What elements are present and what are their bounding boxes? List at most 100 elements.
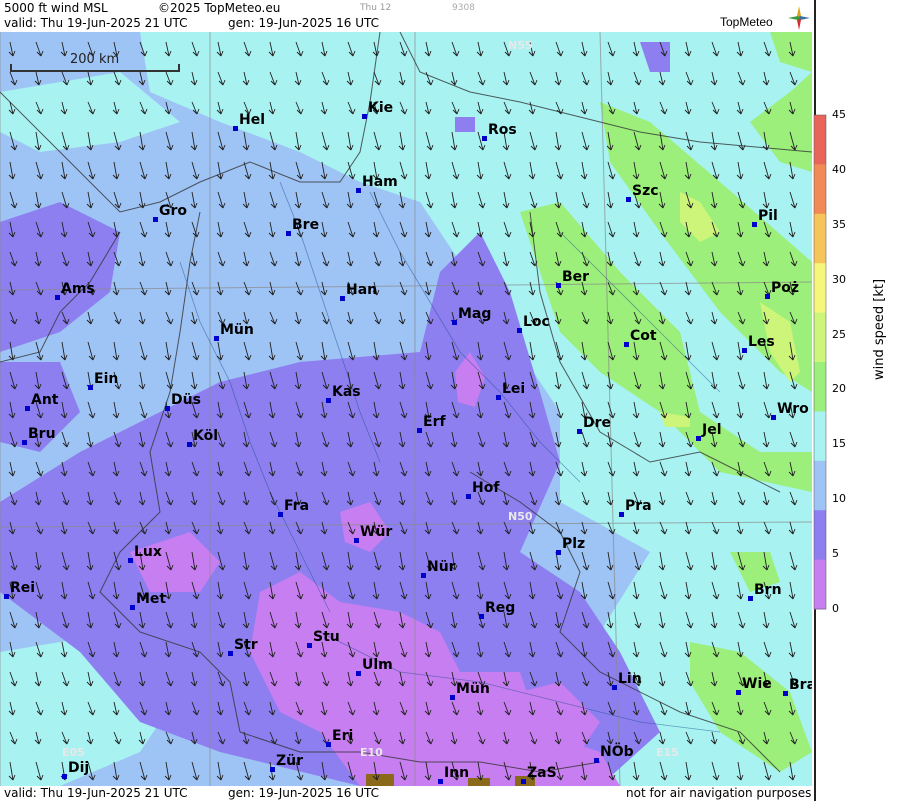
map-title: 5000 ft wind MSL <box>4 1 108 15</box>
city-label: Ber <box>562 269 590 285</box>
city-label: Bre <box>292 217 320 233</box>
legend-tick-label: 45 <box>832 108 846 121</box>
city-label: Pra <box>625 498 652 514</box>
city-label: Lei <box>502 381 526 397</box>
legend-tick-label: 0 <box>832 602 839 615</box>
scale-bar: 200 km <box>10 52 182 72</box>
city-dot-icon <box>696 436 701 441</box>
legend-tick-label: 35 <box>832 217 846 231</box>
grid-label-e10: E10 <box>360 746 383 759</box>
city-label: Reg <box>485 600 516 616</box>
city-dot-icon <box>270 767 275 772</box>
city-label: Lux <box>134 544 162 560</box>
compass-star-icon <box>788 6 810 30</box>
city-label: Köl <box>193 428 219 444</box>
city-dot-icon <box>286 231 291 236</box>
city-dot-icon <box>417 428 422 433</box>
city-dot-icon <box>783 691 788 696</box>
city-dot-icon <box>55 295 60 300</box>
city-label: Ham <box>362 174 398 190</box>
topmeteo-logo[interactable]: TopMeteo <box>720 6 812 30</box>
city-label: Fra <box>284 498 310 514</box>
city-dot-icon <box>88 385 93 390</box>
city-label: Jel <box>702 422 722 438</box>
city-dot-icon <box>594 758 599 763</box>
legend-tick-label: 30 <box>832 272 846 286</box>
city-dot-icon <box>736 690 741 695</box>
city-label: Ulm <box>362 657 393 673</box>
city-label: Lin <box>618 671 642 687</box>
city-dot-icon <box>619 512 624 517</box>
city-label: Dij <box>68 760 90 776</box>
city-dot-icon <box>214 336 219 341</box>
city-label: Kie <box>368 100 394 116</box>
city-label: Erf <box>423 414 446 430</box>
legend-band <box>814 115 826 165</box>
city-dot-icon <box>556 283 561 288</box>
copyright: ©2025 TopMeteo.eu <box>158 1 281 15</box>
city-label: Cot <box>630 328 657 344</box>
legend-band <box>814 312 826 363</box>
city-dot-icon <box>153 217 158 222</box>
city-label: Nür <box>427 559 456 575</box>
city-label: Hel <box>239 112 266 128</box>
legend-band <box>814 411 826 462</box>
legend-colorbar <box>813 0 827 801</box>
city-dot-icon <box>362 114 367 119</box>
legend-band <box>814 460 826 511</box>
city-dot-icon <box>421 573 426 578</box>
city-dot-icon <box>326 398 331 403</box>
city-label: Wro <box>777 401 809 417</box>
wind-field-svg <box>0 32 812 786</box>
footer: valid: Thu 19-Jun-2025 21 UTC gen: 19-Ju… <box>0 786 812 801</box>
legend-band <box>814 510 826 561</box>
city-label: Plz <box>562 536 586 552</box>
city-label: ZaS <box>527 765 557 781</box>
city-dot-icon <box>307 643 312 648</box>
legend-tick-label: 40 <box>832 162 846 176</box>
wind-map[interactable]: N55 N50 E05 E10 E15 200 km Hel Kie Ros Ham S… <box>0 32 812 786</box>
legend-band <box>814 362 826 412</box>
legend-tick-label: 10 <box>832 492 846 506</box>
grid-label-e15: E15 <box>656 746 679 759</box>
city-label: NÖb <box>600 744 634 760</box>
city-label: Poż <box>771 280 800 296</box>
legend-band <box>814 164 826 215</box>
city-dot-icon <box>340 296 345 301</box>
city-dot-icon <box>482 136 487 141</box>
city-label: Wür <box>360 524 393 540</box>
city-dot-icon <box>742 348 747 353</box>
city-label: Düs <box>171 392 201 408</box>
city-dot-icon <box>517 328 522 333</box>
city-label: Gro <box>159 203 188 219</box>
city-label: Brn <box>754 582 782 598</box>
city-label: Eri <box>332 728 354 744</box>
city-dot-icon <box>25 406 30 411</box>
city-label: Kas <box>332 384 361 400</box>
gen-time: gen: 19-Jun-2025 16 UTC <box>228 16 380 30</box>
small-code-label: 9308 <box>452 3 475 13</box>
city-dot-icon <box>771 415 776 420</box>
city-label: Bru <box>28 426 56 442</box>
city-label: Met <box>136 591 167 607</box>
grid-label-e05: E05 <box>62 746 85 759</box>
city-label: Szc <box>632 183 659 199</box>
city-label: Hof <box>472 480 500 496</box>
city-label: Pil <box>758 208 778 224</box>
city-dot-icon <box>233 126 238 131</box>
city-dot-icon <box>452 320 457 325</box>
city-label: Bra <box>789 677 812 693</box>
city-dot-icon <box>187 442 192 447</box>
city-label: Mün <box>220 322 254 338</box>
city-label: Dre <box>583 415 612 431</box>
city-dot-icon <box>521 779 526 784</box>
city-label: Ein <box>94 371 119 387</box>
city-dot-icon <box>765 294 770 299</box>
footer-gen-time: gen: 19-Jun-2025 16 UTC <box>228 786 380 800</box>
grid-label-n55: N55 <box>508 39 533 52</box>
footer-valid-time: valid: Thu 19-Jun-2025 21 UTC <box>4 786 188 800</box>
city-dot-icon <box>128 558 133 563</box>
city-dot-icon <box>752 222 757 227</box>
scale-bar-label: 200 km <box>70 52 120 67</box>
color-legend: 45 40 35 30 25 20 15 10 5 0 wind speed [kt] <box>812 0 904 801</box>
